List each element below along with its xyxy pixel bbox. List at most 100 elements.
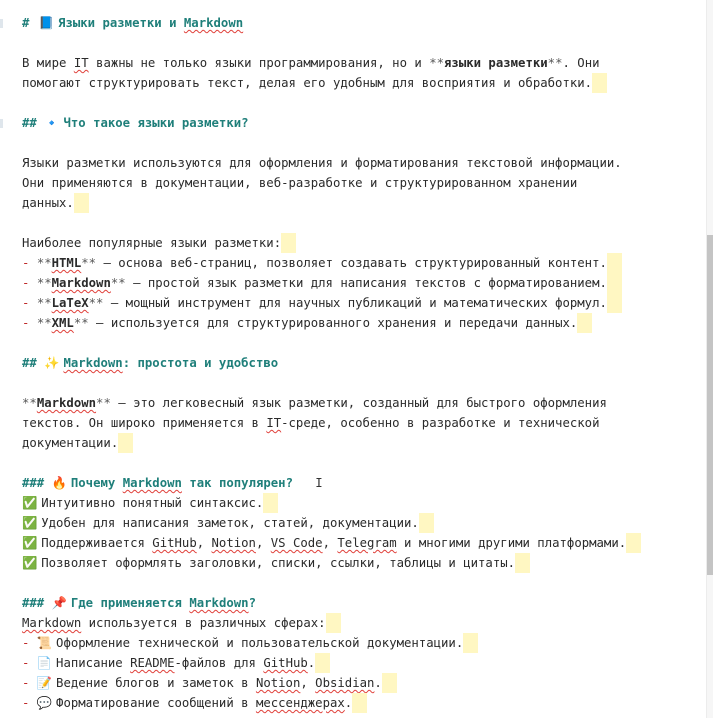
list-item[interactable]: - 📝 Ведение блогов и заметок в Notion, O…	[0, 673, 707, 693]
text-run: Интуитивно понятный синтаксис.	[41, 496, 264, 510]
emoji-icon: 📝	[36, 676, 57, 690]
heading-text: ?	[248, 596, 256, 610]
bold-misspelled-word: Markdown	[51, 276, 111, 290]
text-run: — используется для структурированного хр…	[88, 316, 578, 330]
heading-line[interactable]: ## 🔹 Что такое языки разметки?	[0, 113, 707, 133]
heading-text: так популярен?	[181, 476, 293, 490]
list-item[interactable]: ✅ Поддерживается GitHub, Notion, VS Code…	[0, 533, 707, 553]
heading-line[interactable]: ### 🔥 Почему Markdown так популярен? 𝙸	[0, 473, 707, 493]
text-line[interactable]: Языки разметки используются для оформлен…	[0, 153, 707, 173]
bold-marker: **	[88, 296, 104, 310]
emoji-icon: 🔥	[51, 476, 71, 490]
blank-line[interactable]	[0, 373, 707, 393]
list-bullet: -	[22, 276, 37, 290]
list-item[interactable]: - 📄 Написание README-файлов для GitHub.	[0, 653, 707, 673]
list-item[interactable]: ✅ Удобен для написания заметок, статей, …	[0, 513, 707, 533]
text-line[interactable]: помогают структурировать текст, делая ег…	[0, 73, 707, 93]
markdown-editor[interactable]: # 📘 Языки разметки и Markdown В мире IT в…	[0, 0, 707, 718]
text-line[interactable]: Они применяются в документации, веб-разр…	[0, 173, 707, 193]
text-line[interactable]: данных.	[0, 193, 707, 213]
text-run: Ведение блогов и заметок в	[56, 676, 256, 690]
text-run: Они применяются в документации, веб-разр…	[22, 176, 578, 190]
text-run: и многими другими платформами.	[396, 536, 627, 550]
bold-text: языки разметки	[444, 56, 548, 70]
text-run: Позволяет оформлять заголовки, списки, с…	[41, 556, 516, 570]
misspelled-word: Notion	[255, 676, 301, 690]
blank-line[interactable]	[0, 573, 707, 593]
list-item[interactable]: - 💬 Форматирование сообщений в мессендже…	[0, 693, 707, 713]
text-line[interactable]: Наиболее популярные языки разметки:	[0, 233, 707, 253]
list-bullet: -	[22, 656, 37, 670]
heading-text: Где применяется	[70, 596, 190, 610]
editor-lines: # 📘 Языки разметки и Markdown В мире IT в…	[0, 0, 707, 713]
text-line[interactable]: В мире IT важны не только языки программ…	[0, 53, 707, 73]
text-run: .	[307, 656, 316, 670]
list-item[interactable]: ✅ Позволяет оформлять заголовки, списки,…	[0, 553, 707, 573]
misspelled-word: VS Code	[270, 536, 323, 550]
emoji-icon: ✅	[22, 536, 42, 550]
text-line[interactable]: текстов. Он широко применяется в IT-сред…	[0, 413, 707, 433]
bold-marker: **	[110, 276, 126, 290]
text-run: — это легковесный язык разметки, созданн…	[110, 396, 607, 410]
text-run: используется в различных сферах:	[81, 616, 326, 630]
fold-marker-icon[interactable]	[0, 19, 3, 28]
end-of-line-marker	[118, 433, 134, 453]
bold-misspelled-word: XML	[51, 316, 74, 330]
emoji-icon: 📄	[36, 656, 57, 670]
list-item[interactable]: - **XML** — используется для структуриро…	[0, 313, 707, 333]
blank-line[interactable]	[0, 133, 707, 153]
emoji-icon: 💬	[36, 696, 57, 710]
blank-line[interactable]	[0, 453, 707, 473]
text-run: Форматирование сообщений в	[56, 696, 256, 710]
end-of-line-marker	[463, 633, 479, 653]
end-of-line-marker	[352, 693, 368, 713]
blank-line[interactable]	[0, 93, 707, 113]
misspelled-word: Telegram	[337, 536, 397, 550]
end-of-line-marker	[315, 653, 331, 673]
misspelled-word: IT	[73, 56, 89, 70]
text-line[interactable]: Markdown используется в различных сферах…	[0, 613, 707, 633]
end-of-line-marker	[381, 673, 397, 693]
list-bullet: -	[22, 256, 37, 270]
text-run: Написание	[56, 656, 131, 670]
heading-line[interactable]: ### 📌 Где применяется Markdown?	[0, 593, 707, 613]
text-line[interactable]: документации.	[0, 433, 707, 453]
heading-line[interactable]: # 📘 Языки разметки и Markdown	[0, 13, 707, 33]
scrollbar-thumb[interactable]	[707, 235, 713, 575]
heading-marker: ###	[22, 476, 52, 490]
list-item[interactable]: - **HTML** — основа веб-страниц, позволя…	[0, 253, 707, 273]
text-run: ,	[322, 536, 338, 550]
heading-text: : простота и удобство	[122, 356, 279, 370]
emoji-icon: 📌	[51, 596, 71, 610]
blank-line[interactable]	[0, 333, 707, 353]
heading-line[interactable]: ## ✨ Markdown: простота и удобство	[0, 353, 707, 373]
heading-link-text: Markdown	[63, 356, 123, 370]
bold-misspelled-word: Markdown	[36, 396, 97, 410]
emoji-icon: ✅	[22, 496, 42, 510]
vertical-scrollbar[interactable]	[706, 0, 713, 718]
heading-link-text: Markdown	[189, 596, 249, 610]
list-item[interactable]: - **Markdown** — простой язык разметки д…	[0, 273, 707, 293]
emoji-icon: 📜	[36, 636, 57, 650]
fold-marker-icon[interactable]	[0, 119, 3, 128]
list-item[interactable]: - 📜 Оформление технической и пользовател…	[0, 633, 707, 653]
bold-marker: **	[36, 316, 52, 330]
end-of-line-marker	[325, 613, 341, 633]
text-run: Удобен для написания заметок, статей, до…	[41, 516, 419, 530]
text-run: Оформление технической и пользовательско…	[56, 636, 464, 650]
text-run: ,	[255, 536, 271, 550]
list-item[interactable]: - **LaTeX** — мощный инструмент для науч…	[0, 293, 707, 313]
bold-marker: **	[81, 256, 97, 270]
blank-line[interactable]	[0, 33, 707, 53]
text-run: ,	[196, 536, 212, 550]
text-run: .	[344, 696, 353, 710]
text-line[interactable]: **Markdown** — это легковесный язык разм…	[0, 393, 707, 413]
blank-line[interactable]	[0, 213, 707, 233]
bold-misspelled-word: LaTeX	[51, 296, 89, 310]
end-of-line-marker	[281, 233, 297, 253]
text-cursor-icon: 𝙸	[292, 476, 323, 490]
end-of-line-marker	[418, 513, 434, 533]
heading-marker: ##	[22, 116, 45, 130]
list-item[interactable]: ✅ Интуитивно понятный синтаксис.	[0, 493, 707, 513]
misspelled-word: GitHub	[152, 536, 197, 550]
